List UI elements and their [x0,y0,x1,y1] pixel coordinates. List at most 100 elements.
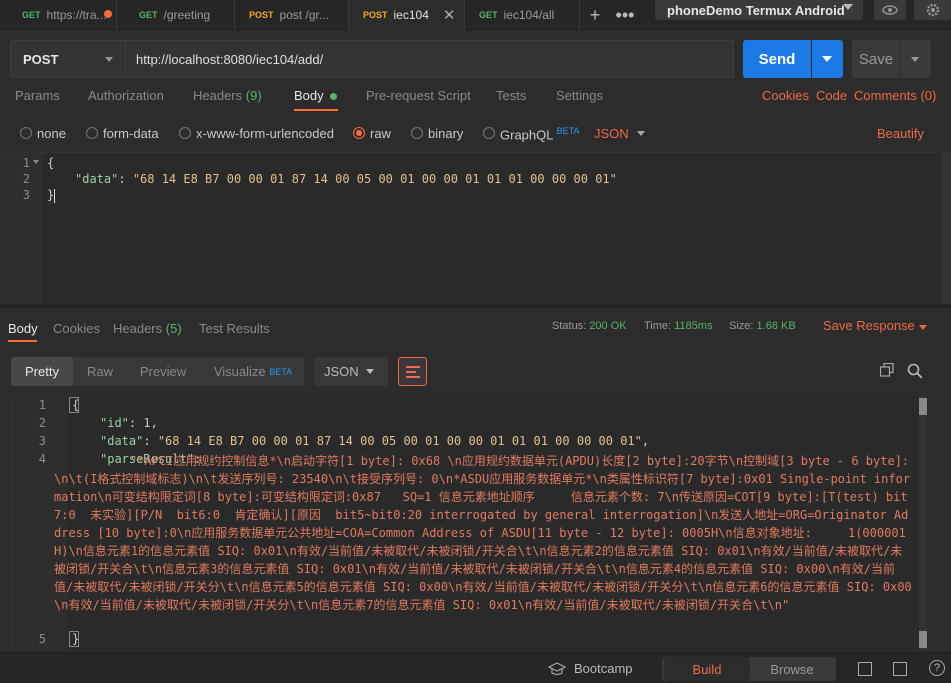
text-cursor [54,189,55,203]
tab-post-greeting[interactable]: POST post /gr... [235,0,349,30]
copy-icon[interactable] [880,363,894,377]
environment-selector[interactable]: phoneDemo Termux Android [655,0,863,20]
chevron-down-icon [637,131,645,136]
code-line: } [72,632,80,646]
status-readout: Status: 200 OK [552,320,627,332]
response-tab-headers-label: Headers [113,321,163,336]
two-pane-layout-icon[interactable] [858,662,872,676]
http-method-select[interactable]: POST [10,40,126,78]
line-number: 1 [38,398,46,412]
json-number-value: 1 [143,416,151,430]
body-format-select[interactable]: JSON [594,126,645,141]
unsaved-dot-icon [104,10,112,18]
tab-get-tra[interactable]: GET https://tra... [0,0,117,30]
request-editor-scrollbar[interactable] [941,152,951,304]
code-link[interactable]: Code [816,88,847,103]
response-tab-cookies[interactable]: Cookies [53,321,100,336]
radio-none[interactable] [20,127,32,139]
response-scrollbar[interactable] [919,396,927,650]
comments-link[interactable]: Comments (0) [854,88,936,103]
environment-name: phoneDemo Termux Android [667,2,845,18]
graphql-label: GraphQL [500,127,553,143]
graduation-cap-icon [548,662,566,676]
pane-divider[interactable] [0,304,951,308]
json-colon: : [118,172,133,186]
tab-prerequest-script[interactable]: Pre-request Script [366,88,471,103]
request-body-editor[interactable]: 1 2 3 { "data": "68 14 E8 B7 00 00 01 87… [0,152,941,305]
tab-method: POST [363,10,388,20]
radio-binary[interactable] [411,127,423,139]
tab-post-iec104[interactable]: POST iec104 ✕ [349,0,465,30]
headers-count: (9) [245,88,262,103]
view-pretty[interactable]: Pretty [11,357,73,386]
status-value: 200 OK [589,320,627,332]
tab-label: https://tra... [46,8,107,22]
radio-urlencoded[interactable] [179,127,191,139]
help-icon[interactable]: ? [929,660,945,676]
line-number: 3 [22,188,30,202]
scrollbar-thumb[interactable] [919,631,927,648]
response-format-select[interactable]: JSON [314,357,388,386]
scrollbar-thumb[interactable] [919,398,927,415]
response-tab-headers[interactable]: Headers (5) [113,321,182,336]
tab-method: GET [479,10,498,20]
radio-graphql-label: GraphQL BETA [500,126,579,142]
response-headers-count: (5) [165,321,182,336]
fold-arrow-icon[interactable] [33,160,39,164]
radio-raw[interactable] [353,127,365,139]
tab-authorization[interactable]: Authorization [88,88,164,103]
parse-result-value: "*APCI应用规约控制信息*\n启动字符[1 byte]: 0x68 \n应用… [54,454,917,612]
response-tab-test-results[interactable]: Test Results [199,321,270,336]
save-button[interactable]: Save [852,40,900,78]
radio-form-data-label: form-data [103,126,159,141]
tab-tests[interactable]: Tests [496,88,526,103]
browse-mode-button[interactable]: Browse [750,657,834,681]
tab-settings[interactable]: Settings [556,88,603,103]
view-raw[interactable]: Raw [77,357,123,386]
tab-headers[interactable]: Headers (9) [193,88,262,103]
save-response-label: Save Response [823,318,915,333]
send-button[interactable]: Send [743,40,811,78]
line-number: 1 [22,156,30,170]
json-key: "data" [100,434,144,448]
time-label: Time: [644,320,672,332]
radio-raw-label: raw [370,126,391,141]
view-preview[interactable]: Preview [131,357,195,386]
eye-icon[interactable] [874,0,906,20]
code-line: "data": "68 14 E8 B7 00 00 01 87 14 00 0… [75,172,617,186]
cookies-link[interactable]: Cookies [762,88,809,103]
radio-graphql[interactable] [483,127,495,139]
bootcamp-link[interactable]: Bootcamp [574,661,633,676]
close-icon[interactable]: ✕ [443,6,456,24]
more-tabs-ellipsis-icon[interactable]: ••• [610,0,640,30]
save-response-button[interactable]: Save Response [823,318,927,333]
json-string-value: "68 14 E8 B7 00 00 01 87 14 00 05 00 01 … [132,172,617,186]
gear-icon[interactable] [914,0,951,20]
search-icon[interactable] [907,363,923,379]
keyboard-shortcuts-icon[interactable] [893,662,907,676]
save-options-button[interactable] [901,40,931,78]
tab-params[interactable]: Params [15,88,60,103]
tab-body[interactable]: Body [294,88,337,103]
view-visualize[interactable]: Visualize BETA [207,357,299,386]
url-value: http://localhost:8080/iec104/add/ [136,51,324,67]
code-line: { [72,398,80,412]
wrap-lines-icon[interactable] [398,357,427,386]
time-value: 1185ms [674,320,713,332]
response-tabs: Body Cookies Headers (5) Test Results [0,318,951,340]
line-number: 2 [22,172,30,186]
build-mode-button[interactable]: Build [664,657,750,681]
new-tab-plus-icon[interactable]: + [580,0,610,30]
response-tab-body[interactable]: Body [8,321,38,336]
http-method-value: POST [23,51,59,67]
body-format-value: JSON [594,126,629,141]
beautify-link[interactable]: Beautify [877,126,924,141]
radio-form-data[interactable] [86,127,98,139]
json-key: "id" [100,416,129,430]
response-body-viewer[interactable]: 1 2 3 4 5 { "id": 1, "data": "68 14 E8 B… [11,396,919,650]
url-input[interactable]: http://localhost:8080/iec104/add/ [126,40,734,78]
beta-badge: BETA [556,126,580,136]
tab-get-iec104-all[interactable]: GET iec104/all [465,0,580,30]
tab-get-greeting[interactable]: GET /greeting [117,0,235,30]
send-options-button[interactable] [812,40,843,78]
